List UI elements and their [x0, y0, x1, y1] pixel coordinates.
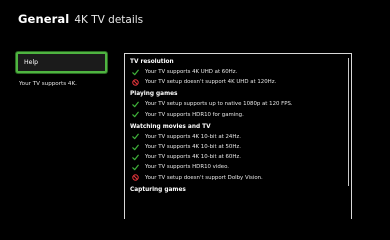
prohibited-icon: [132, 79, 139, 86]
section-title: Playing games: [130, 91, 178, 98]
section-title: Watching movies and TV: [130, 123, 211, 130]
check-icon: [132, 164, 139, 171]
list-item: Your TV setup doesn't support 4K UHD at …: [130, 77, 341, 87]
check-icon: [132, 154, 139, 161]
section-1: Playing games Your TV setup supports up t…: [130, 90, 341, 119]
list-item-text: Your TV supports 4K 10-bit at 50Hz.: [145, 144, 241, 151]
prohibited-icon: [132, 174, 139, 181]
list-item-text: Your TV setup supports up to native 1080…: [145, 101, 293, 108]
check-icon: [132, 111, 139, 118]
list-item-text: Your TV setup doesn't support 4K UHD at …: [145, 79, 277, 86]
scrollbar[interactable]: [347, 58, 349, 186]
list-item: Your TV setup supports up to native 1080…: [130, 99, 341, 109]
list-item: Your TV supports HDR10 video.: [130, 162, 341, 172]
help-button[interactable]: Help: [16, 52, 107, 73]
details-panel[interactable]: TV resolution Your TV supports 4K UHD at …: [124, 53, 352, 219]
details-list: TV resolution Your TV supports 4K UHD at …: [130, 58, 341, 198]
section-title: TV resolution: [130, 59, 174, 65]
section-0: TV resolution Your TV supports 4K UHD at …: [130, 58, 341, 87]
list-item: Your TV supports 4K 10-bit at 24Hz.: [130, 132, 341, 142]
list-item-text: Your TV supports HDR10 for gaming.: [145, 111, 244, 118]
list-item: Your TV supports 4K 10-bit at 60Hz.: [130, 152, 341, 162]
section-3: Capturing games: [130, 186, 341, 195]
list-item-text: Your TV supports 4K 10-bit at 24Hz.: [145, 133, 241, 140]
section-title: Capturing games: [130, 186, 186, 193]
list-item: Your TV setup doesn't support Dolby Visi…: [130, 173, 341, 183]
page-subtitle: 4K TV details: [74, 14, 144, 26]
section-2: Watching movies and TV Your TV supports 4…: [130, 123, 341, 183]
list-item: Your TV supports HDR10 for gaming.: [130, 110, 341, 120]
tv-support-summary: Your TV supports 4K.: [19, 81, 77, 87]
check-icon: [132, 69, 139, 76]
list-item-text: Your TV supports HDR10 video.: [145, 164, 229, 171]
list-item: Your TV supports 4K UHD at 60Hz.: [130, 67, 341, 77]
check-icon: [132, 144, 139, 151]
help-button-label: Help: [24, 59, 39, 66]
page-title: General: [18, 12, 70, 26]
check-icon: [132, 133, 139, 140]
list-item-text: Your TV supports 4K UHD at 60Hz.: [145, 69, 238, 76]
list-item-text: Your TV setup doesn't support Dolby Visi…: [145, 174, 263, 181]
list-item: Your TV supports 4K 10-bit at 50Hz.: [130, 142, 341, 152]
page-header: General 4K TV details: [18, 12, 143, 26]
check-icon: [132, 101, 139, 108]
list-item-text: Your TV supports 4K 10-bit at 60Hz.: [145, 154, 241, 161]
